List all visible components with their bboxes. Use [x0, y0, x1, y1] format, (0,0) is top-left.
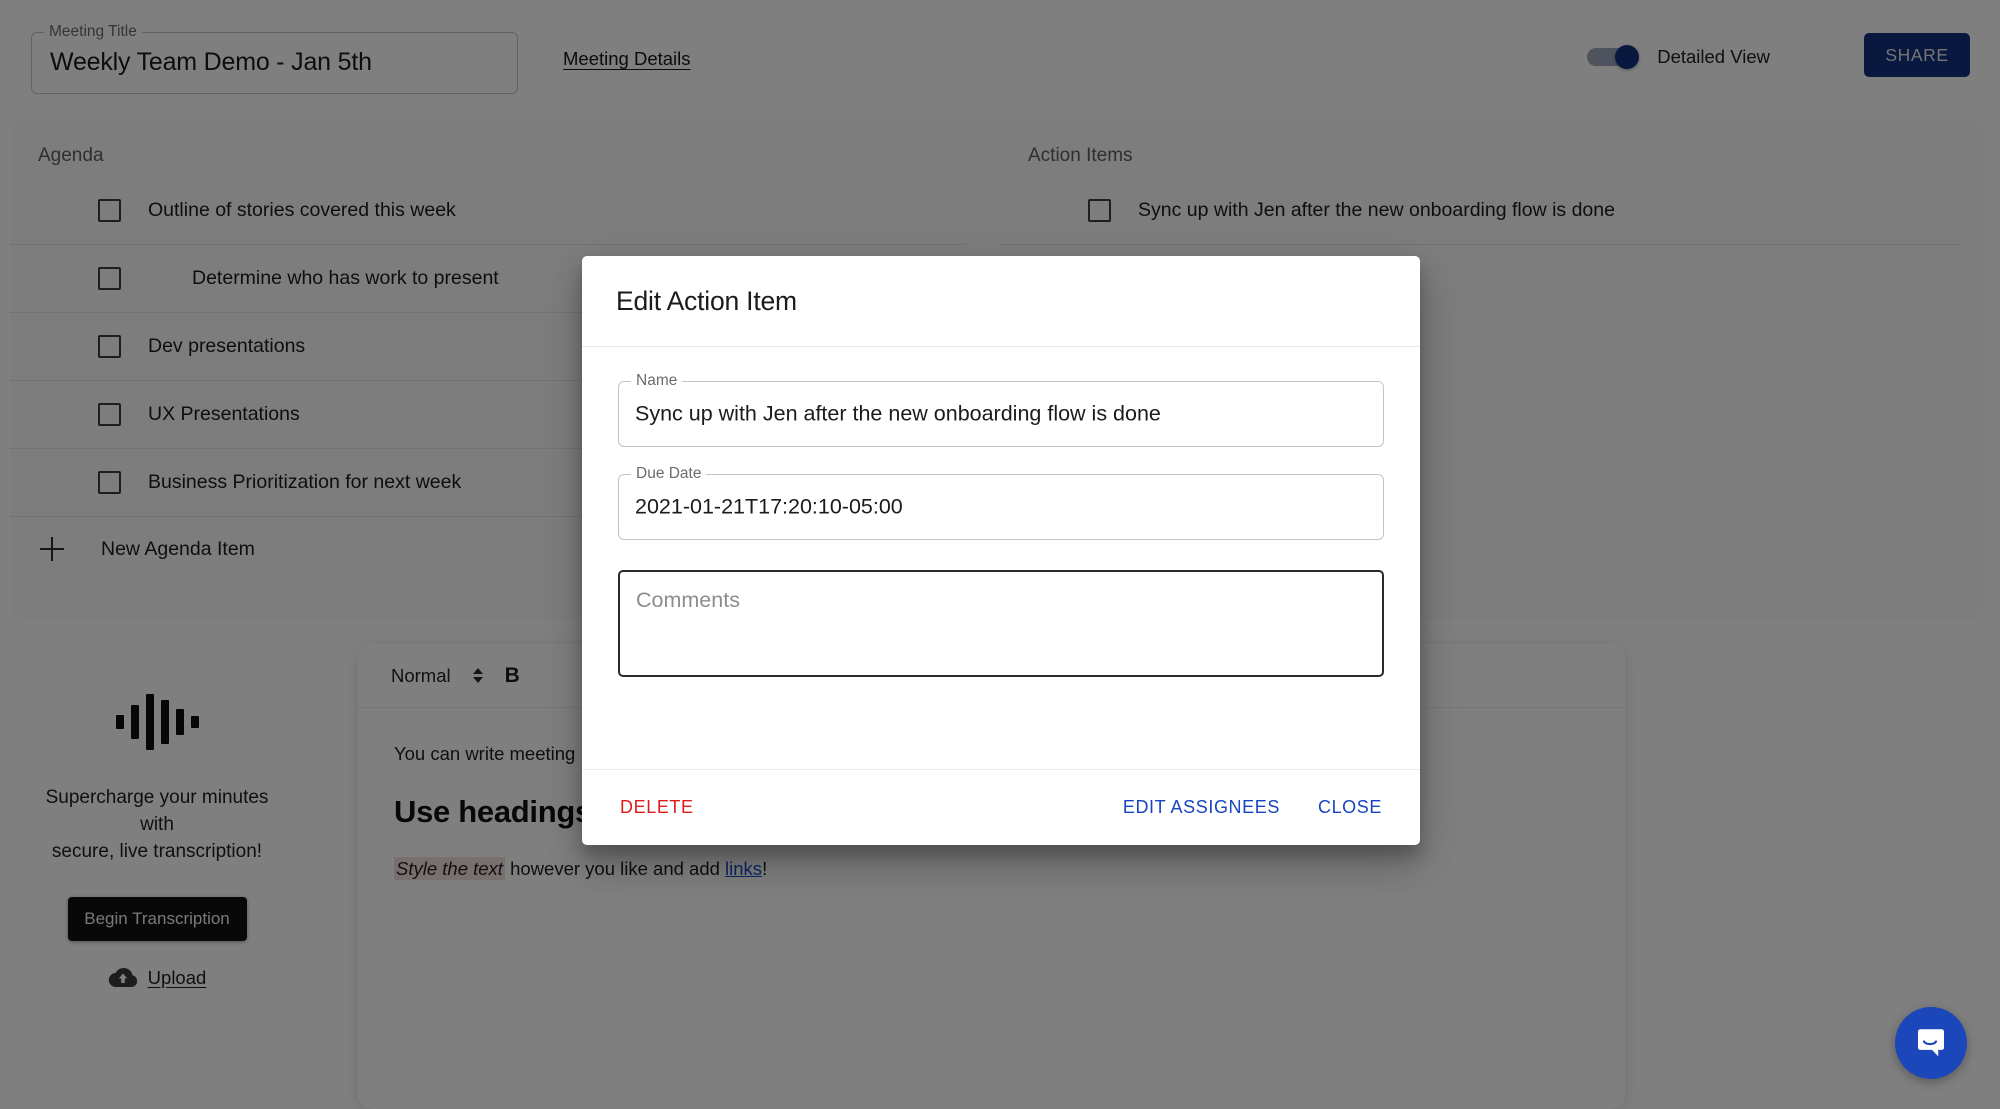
name-value: Sync up with Jen after the new onboardin… — [635, 401, 1161, 426]
name-label: Name — [631, 371, 683, 391]
dialog-header: Edit Action Item — [582, 256, 1420, 347]
dialog-footer: DELETE EDIT ASSIGNEES CLOSE — [582, 769, 1420, 845]
app-root: Meeting Title Weekly Team Demo - Jan 5th… — [0, 0, 2000, 1109]
edit-assignees-button[interactable]: EDIT ASSIGNEES — [1113, 789, 1290, 826]
name-input[interactable]: Name Sync up with Jen after the new onbo… — [618, 371, 1384, 447]
dialog-body: Name Sync up with Jen after the new onbo… — [582, 347, 1420, 769]
comments-textarea[interactable]: Comments — [618, 570, 1384, 677]
dialog-title: Edit Action Item — [616, 285, 797, 316]
due-date-value: 2021-01-21T17:20:10-05:00 — [635, 494, 903, 519]
due-date-input[interactable]: Due Date 2021-01-21T17:20:10-05:00 — [618, 464, 1384, 540]
close-button[interactable]: CLOSE — [1308, 789, 1392, 826]
due-date-label: Due Date — [631, 464, 707, 484]
edit-action-item-dialog: Edit Action Item Name Sync up with Jen a… — [582, 256, 1420, 845]
comments-placeholder: Comments — [636, 588, 740, 612]
delete-button[interactable]: DELETE — [610, 789, 704, 826]
chat-launcher-button[interactable] — [1895, 1007, 1967, 1079]
chat-bubble-icon — [1918, 1029, 1944, 1057]
